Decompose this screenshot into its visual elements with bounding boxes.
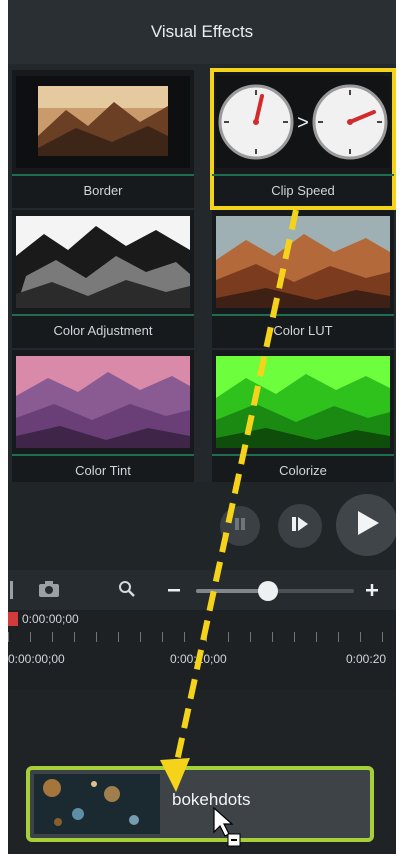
zoom-slider-fill [196, 589, 266, 593]
effect-label-color-adjustment: Color Adjustment [12, 314, 194, 344]
effect-label-border: Border [12, 174, 194, 204]
effects-grid: Border > Clip Speed Color Adjustment Col… [8, 64, 396, 488]
panel-title: Visual Effects [150, 22, 254, 41]
effect-tile-color-adjustment[interactable]: Color Adjustment [12, 210, 194, 348]
zoom-slider-thumb[interactable] [258, 581, 278, 601]
effect-tile-colorize[interactable]: Colorize [212, 350, 394, 488]
ruler-time-10: 0:00:10;00 [170, 652, 227, 666]
effect-label-color-lut: Color LUT [212, 314, 394, 344]
ruler-ticks [8, 632, 396, 642]
color-lut-thumbnail [216, 216, 390, 308]
step-forward-icon [290, 514, 310, 539]
clip-speed-thumbnail: > [216, 76, 390, 168]
playhead-marker[interactable] [8, 612, 18, 626]
color-adjustment-thumbnail [16, 216, 190, 308]
minus-icon[interactable] [166, 582, 182, 603]
effect-label-color-tint: Color Tint [12, 454, 194, 484]
color-tint-thumbnail [16, 356, 190, 448]
play-icon [352, 508, 382, 543]
effect-label-colorize: Colorize [212, 454, 394, 484]
plus-icon[interactable] [364, 582, 380, 603]
step-forward-button[interactable] [278, 504, 322, 548]
visual-effects-app: Visual Effects Border > Clip Speed Color… [8, 0, 396, 854]
timeline-clip[interactable]: bokehdots [26, 766, 374, 842]
timeline-ruler[interactable]: 0:00:00;00 0:00:00;00 0:00:10;00 0:00:20 [8, 610, 396, 690]
zoom-slider[interactable] [196, 581, 354, 601]
effect-tile-color-tint[interactable]: Color Tint [12, 350, 194, 488]
pause-button[interactable] [220, 506, 260, 546]
panel-header: Visual Effects [8, 0, 396, 64]
effect-tile-clip-speed[interactable]: > Clip Speed [210, 68, 396, 210]
timeline-toolbar [8, 570, 396, 610]
playhead-timecode: 0:00:00;00 [22, 612, 79, 626]
clock-icon [218, 84, 294, 160]
svg-text:>: > [297, 112, 309, 134]
camera-icon[interactable] [38, 580, 60, 603]
clock-fast-icon [312, 84, 388, 160]
effect-label-clip-speed: Clip Speed [212, 174, 394, 204]
ruler-time-0: 0:00:00;00 [8, 652, 65, 666]
pause-icon [232, 516, 248, 537]
effect-tile-border[interactable]: Border [12, 70, 194, 208]
ruler-time-20: 0:00:20 [346, 652, 387, 666]
effect-tile-color-lut[interactable]: Color LUT [212, 210, 394, 348]
colorize-thumbnail [216, 356, 390, 448]
play-button[interactable] [336, 494, 396, 556]
playback-controls [8, 482, 396, 570]
clip-thumbnail [34, 774, 160, 834]
clip-name: bokehdots [172, 790, 251, 809]
border-thumbnail [16, 76, 190, 168]
split-icon[interactable] [8, 580, 18, 605]
zoom-icon [118, 580, 136, 603]
